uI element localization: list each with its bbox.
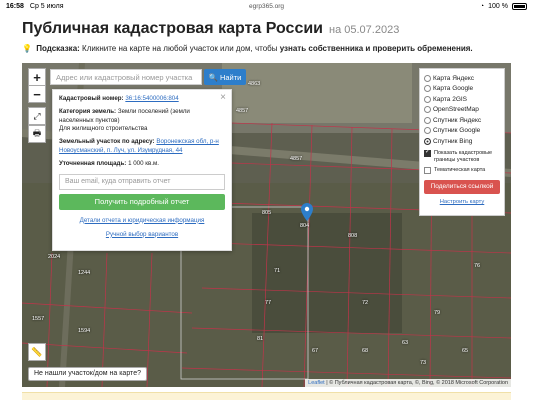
radio-selected-icon — [424, 137, 431, 145]
title-row: Публичная кадастровая карта России на 05… — [22, 20, 399, 38]
expand-icon: ⤢ — [33, 110, 41, 121]
radio-icon — [424, 127, 431, 135]
hint-text: Кликните на карте на любой участок или д… — [82, 44, 278, 53]
parcel-label: 2024 — [48, 254, 61, 260]
radio-icon — [424, 95, 431, 103]
leaflet-link[interactable]: Leaflet — [308, 380, 325, 386]
layer-option[interactable]: Карта 2GIS — [424, 94, 500, 105]
parcel-label: 73 — [420, 360, 427, 366]
print-button[interactable]: 🖶 — [28, 125, 46, 143]
status-url: egrp365.org — [248, 2, 285, 10]
page-title: Публичная кадастровая карта России — [22, 20, 324, 37]
layer-option[interactable]: Спутник Яндекс — [424, 115, 500, 126]
show-borders-checkbox[interactable]: Показать кадастровые границы участков — [424, 149, 500, 164]
layer-option-selected[interactable]: Спутник Bing — [424, 136, 500, 147]
parcel-label: 68 — [362, 348, 369, 354]
fullscreen-button[interactable]: ⤢ — [28, 107, 46, 125]
zoom-in-button[interactable]: + — [28, 68, 46, 86]
parcel-label: 72 — [362, 300, 369, 306]
show-borders-label: Показать кадастровые границы участков — [434, 149, 493, 163]
hint-bold: узнать собственника и проверить обремене… — [279, 44, 473, 53]
manual-select-link[interactable]: Ручной выбор вариантов — [59, 231, 225, 238]
details-link[interactable]: Детали отчета и юридическая информация — [59, 217, 225, 224]
parcel-label: 1594 — [78, 328, 91, 334]
radio-icon — [424, 74, 431, 82]
parcel-label: 4863 — [248, 81, 261, 87]
parcel-label: 1557 — [32, 316, 45, 322]
page-date: на 05.07.2023 — [329, 24, 400, 36]
get-report-button[interactable]: Получить подробный отчет — [59, 193, 225, 210]
hint-label: Подсказка: — [36, 44, 80, 53]
address-label: Земельный участок по адресу: — [59, 138, 155, 146]
parcel-label: 71 — [274, 268, 281, 274]
bottom-notice-strip — [22, 392, 511, 400]
use-value: Для жилищного строительства — [59, 125, 148, 133]
layers-panel: Карта Яндекс Карта Google Карта 2GIS Ope… — [419, 68, 505, 216]
search-input[interactable]: Адрес или кадастровый номер участка — [50, 69, 202, 85]
parcel-label: 808 — [348, 233, 358, 239]
area-label: Уточненная площадь: — [59, 160, 127, 168]
cadastral-row: Кадастровый номер: 36:16:5400006:804 — [59, 95, 225, 103]
map[interactable]: 4857 4857 805 804 808 2024 1244 71 77 72… — [22, 63, 511, 387]
layer-option[interactable]: OpenStreetMap — [424, 105, 500, 116]
parcel-label: 63 — [402, 340, 409, 346]
ruler-icon: 📏 — [31, 346, 43, 357]
category-label: Категория земель: — [59, 108, 117, 116]
cadastral-link[interactable]: 36:16:5400006:804 — [125, 95, 178, 102]
lightbulb-icon: 💡 — [22, 44, 32, 53]
area-value: 1 000 кв.м. — [128, 160, 159, 168]
address-row: Земельный участок по адресу: Воронежская… — [59, 138, 225, 155]
print-icon: 🖶 — [32, 128, 42, 138]
hint: 💡 Подсказка: Кликните на карте на любой … — [22, 44, 473, 53]
parcel-label: 804 — [300, 223, 310, 229]
parcel-label: 4857 — [290, 156, 303, 162]
not-found-button[interactable]: Не нашли участок/дом на карте? — [28, 367, 147, 381]
layer-option[interactable]: Спутник Google — [424, 126, 500, 137]
parcel-label: 76 — [474, 263, 481, 269]
parcel-popup: × Кадастровый номер: 36:16:5400006:804 К… — [52, 89, 232, 251]
setup-map-link[interactable]: Настроить карту — [424, 199, 500, 205]
search-button-label: Найти — [219, 72, 242, 82]
thematic-label: Тематическая карта — [434, 166, 486, 173]
zoom-out-button[interactable]: − — [28, 85, 46, 103]
checkbox-checked-icon — [424, 149, 431, 157]
parcel-label: 79 — [434, 310, 441, 316]
email-input[interactable]: Ваш email, куда отправить отчет — [59, 173, 225, 190]
close-icon[interactable]: × — [220, 92, 226, 103]
parcel-label: 65 — [462, 348, 469, 354]
parcel-label: 67 — [312, 348, 319, 354]
search-button[interactable]: 🔍 Найти — [204, 69, 246, 85]
status-bar: 16:58 Ср 5 июля egrp365.org ◔ 100 % — [0, 0, 533, 12]
radio-icon — [424, 85, 431, 93]
share-link-button[interactable]: Поделиться ссылкой — [424, 179, 500, 194]
parcel-label: 1244 — [78, 270, 91, 276]
radio-icon — [424, 116, 431, 124]
radio-icon — [424, 106, 431, 114]
parcel-label: 81 — [257, 336, 264, 342]
battery-icon — [512, 2, 527, 10]
area-row: Уточненная площадь: 1 000 кв.м. — [59, 160, 225, 168]
parcel-label: 77 — [265, 300, 272, 306]
map-marker-icon[interactable] — [301, 203, 313, 221]
search-icon: 🔍 — [208, 72, 218, 82]
cadastral-label: Кадастровый номер: — [59, 95, 124, 102]
attribution-text: | © Публичная кадастровая карта, ©, Bing… — [326, 380, 508, 386]
map-attribution: Leaflet | © Публичная кадастровая карта,… — [305, 379, 511, 387]
layer-option[interactable]: Карта Google — [424, 84, 500, 95]
ruler-button[interactable]: 📏 — [28, 343, 46, 361]
parcel-label: 805 — [262, 210, 272, 216]
checkbox-icon — [424, 166, 431, 174]
layer-option[interactable]: Карта Яндекс — [424, 73, 500, 84]
category-row: Категория земель: Земли поселений (земли… — [59, 108, 225, 133]
parcel-label: 4857 — [236, 108, 249, 114]
thematic-checkbox[interactable]: Тематическая карта — [424, 166, 500, 174]
